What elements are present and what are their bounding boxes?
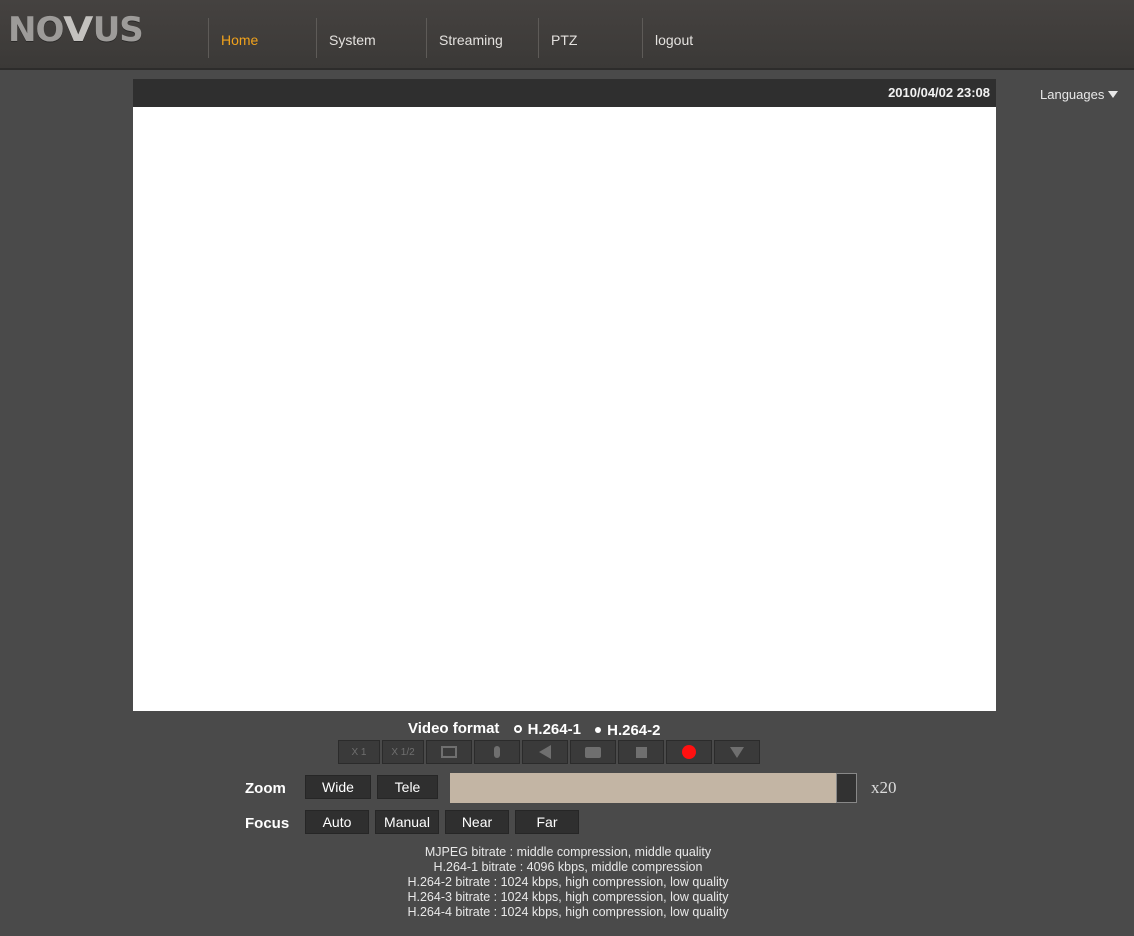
nav-ptz[interactable]: PTZ [538,18,643,58]
microphone-icon [494,746,500,758]
bitrate-line-h264-2: H.264-2 bitrate : 1024 kbps, high compre… [407,875,729,889]
zoom-label: Zoom [245,780,286,797]
radio-h264-2[interactable]: H.264-2 [595,721,661,739]
speaker-icon [539,745,551,759]
zoom-wide-button[interactable]: Wide [305,775,371,799]
logo-text-v: V [63,10,93,50]
bitrate-info: MJPEG bitrate : middle compression, midd… [350,845,786,920]
nav-streaming[interactable]: Streaming [426,18,535,58]
video-format-selector: Video format H.264-1 H.264-2 [408,720,671,739]
zoom-level-value: x20 [871,778,897,797]
top-navigation: NOVUS Home System Streaming PTZ logout [0,0,1134,70]
triangle-down-icon [730,746,744,758]
stop-button[interactable] [618,740,664,764]
focus-near-button[interactable]: Near [445,810,509,834]
logo-text-suffix: US [92,10,144,50]
speaker-button[interactable] [522,740,568,764]
video-timestamp: 2010/04/02 23:08 [888,85,990,100]
focus-auto-button[interactable]: Auto [305,810,369,834]
bitrate-line-h264-4: H.264-4 bitrate : 1024 kbps, high compre… [407,905,729,919]
languages-dropdown[interactable]: Languages [1040,87,1119,102]
novus-logo[interactable]: NOVUS [8,10,144,50]
zoom-slider-track[interactable] [450,773,836,803]
video-toolbar: X 1 X 1/2 [338,740,760,764]
bitrate-line-h264-1: H.264-1 bitrate : 4096 kbps, middle comp… [433,860,703,874]
zoom-tele-button[interactable]: Tele [377,775,438,799]
scale-x1-button[interactable]: X 1 [338,740,380,764]
video-header-bar: 2010/04/02 23:08 [133,79,996,107]
logo-text-prefix: NO [8,10,64,50]
zoom-slider-handle[interactable] [836,773,857,803]
radio-unselected-icon [595,727,602,733]
microphone-button[interactable] [474,740,520,764]
nav-home[interactable]: Home [208,18,309,58]
caret-down-icon [1108,91,1119,98]
focus-far-button[interactable]: Far [515,810,579,834]
fullscreen-icon [441,746,457,758]
bitrate-line-mjpeg: MJPEG bitrate : middle compression, midd… [424,845,712,859]
languages-label: Languages [1040,87,1105,102]
scale-half-button[interactable]: X 1/2 [382,740,424,764]
stop-icon [635,746,647,758]
radio-h264-1[interactable]: H.264-1 [513,720,581,738]
record-icon [682,745,696,759]
nav-logout[interactable]: logout [642,18,747,58]
focus-manual-button[interactable]: Manual [375,810,439,834]
camera-web-ui: NOVUS Home System Streaming PTZ logout 2… [0,0,1134,936]
more-options-button[interactable] [714,740,760,764]
fullscreen-button[interactable] [426,740,472,764]
camera-icon [585,746,601,758]
radio-selected-icon [513,725,522,733]
bitrate-line-h264-3: H.264-3 bitrate : 1024 kbps, high compre… [407,890,729,904]
live-video-area[interactable] [133,107,996,711]
radio-h264-2-label: H.264-2 [607,721,661,739]
video-format-label: Video format [408,720,500,737]
focus-label: Focus [245,815,290,832]
radio-h264-1-label: H.264-1 [527,720,581,738]
record-button[interactable] [666,740,712,764]
snapshot-button[interactable] [570,740,616,764]
nav-system[interactable]: System [316,18,421,58]
